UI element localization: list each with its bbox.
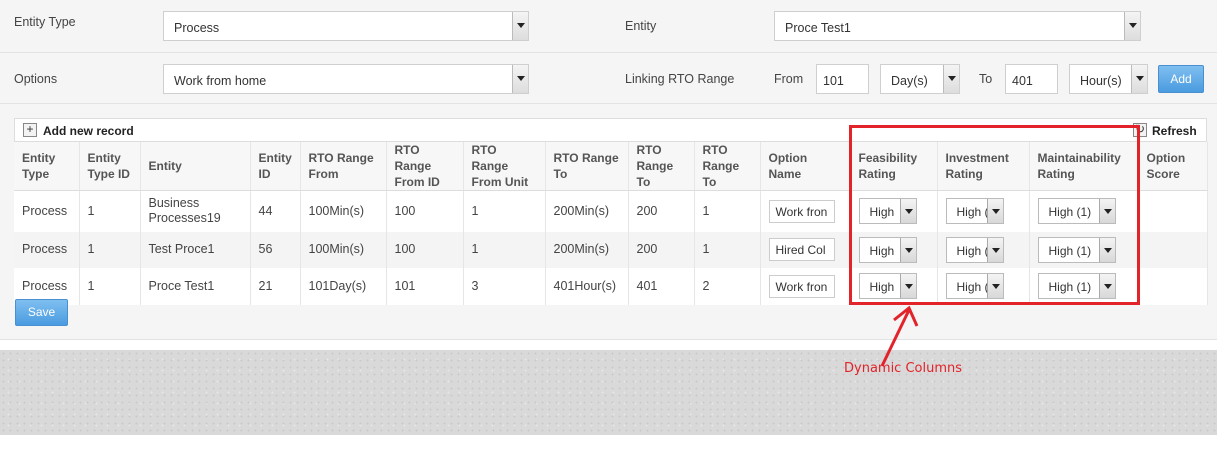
cell-rto-range-to: 200 xyxy=(628,231,695,268)
from-unit-select[interactable]: Day(s) xyxy=(880,64,960,94)
option-name-input[interactable]: Work fron xyxy=(768,274,835,298)
cell-rto-from-id: 101 xyxy=(386,267,464,305)
from-label: From xyxy=(774,72,804,86)
linking-rto-range-label: Linking RTO Range xyxy=(625,72,735,86)
options-label: Options xyxy=(14,72,58,86)
cell-entity-type-id: 1 xyxy=(79,231,141,268)
entity-type-value: Process xyxy=(174,21,220,35)
cell-option-name: Work fron xyxy=(760,267,851,305)
cell-option-name: Work fron xyxy=(760,190,851,232)
cell-entity-type: Process xyxy=(14,190,80,232)
entity-select[interactable]: Proce Test1 xyxy=(774,11,1141,41)
to-unit-value: Hour(s) xyxy=(1080,74,1122,88)
options-value: Work from home xyxy=(174,74,267,88)
column-header[interactable]: RTO Range To xyxy=(628,142,695,191)
chevron-down-icon[interactable] xyxy=(943,65,959,93)
form-divider xyxy=(0,52,1217,53)
entity-value: Proce Test1 xyxy=(785,21,851,35)
annotation-highlight-box xyxy=(849,125,1140,305)
cell-rto-from: 101Day(s) xyxy=(300,267,387,305)
cell-rto-from: 100Min(s) xyxy=(300,231,387,268)
cell-option-score xyxy=(1138,267,1208,305)
column-header[interactable]: Entity ID xyxy=(250,142,301,191)
column-header[interactable]: RTO Range From ID xyxy=(386,142,464,191)
cell-rto-range-to: 200 xyxy=(628,190,695,232)
to-unit-select[interactable]: Hour(s) xyxy=(1069,64,1148,94)
column-header[interactable]: RTO Range From Unit xyxy=(463,142,546,191)
chevron-down-icon[interactable] xyxy=(512,65,528,93)
cell-rto-from-id: 100 xyxy=(386,231,464,268)
cell-entity-id: 56 xyxy=(250,231,301,268)
cell-rto-range-to-2: 2 xyxy=(694,267,761,305)
from-unit-value: Day(s) xyxy=(891,74,928,88)
cell-rto-range-to-2: 1 xyxy=(694,190,761,232)
to-input[interactable]: 401 xyxy=(1005,64,1058,94)
entity-type-select[interactable]: Process xyxy=(163,11,529,41)
plus-icon[interactable]: + xyxy=(23,123,37,137)
chevron-down-icon[interactable] xyxy=(1124,12,1140,40)
column-header[interactable]: RTO Range To xyxy=(694,142,761,191)
cell-rto-from-unit: 1 xyxy=(463,231,546,268)
chevron-down-icon[interactable] xyxy=(512,12,528,40)
column-header[interactable]: Entity Type ID xyxy=(79,142,141,191)
save-button[interactable]: Save xyxy=(15,299,68,326)
options-select[interactable]: Work from home xyxy=(163,64,529,94)
annotation-arrow-icon xyxy=(880,305,919,367)
add-button[interactable]: Add xyxy=(1158,65,1204,93)
cell-rto-range-to: 401 xyxy=(628,267,695,305)
entity-type-label: Entity Type xyxy=(14,15,76,29)
option-name-input[interactable]: Hired Col xyxy=(768,238,835,261)
cell-rto-to: 401Hour(s) xyxy=(545,267,629,305)
cell-rto-from: 100Min(s) xyxy=(300,190,387,232)
cell-entity: Test Proce1 xyxy=(140,231,251,268)
refresh-link[interactable]: Refresh xyxy=(1152,124,1197,138)
cell-entity: Proce Test1 xyxy=(140,267,251,305)
cell-entity-type-id: 1 xyxy=(79,190,141,232)
cell-entity-id: 21 xyxy=(250,267,301,305)
entity-label: Entity xyxy=(625,19,657,33)
column-header[interactable]: Option Name xyxy=(760,142,851,191)
column-header[interactable]: Entity Type xyxy=(14,142,80,191)
to-label: To xyxy=(979,72,993,86)
cell-rto-to: 200Min(s) xyxy=(545,231,629,268)
cell-rto-to: 200Min(s) xyxy=(545,190,629,232)
column-header[interactable]: RTO Range From xyxy=(300,142,387,191)
cell-option-name: Hired Col xyxy=(760,231,851,268)
cell-rto-from-id: 100 xyxy=(386,190,464,232)
cell-entity-id: 44 xyxy=(250,190,301,232)
filter-form: Entity Type Process Entity Proce Test1 O… xyxy=(0,0,1217,104)
cell-entity-type: Process xyxy=(14,231,80,268)
cell-option-score xyxy=(1138,231,1208,268)
column-header[interactable]: RTO Range To xyxy=(545,142,629,191)
cell-rto-from-unit: 3 xyxy=(463,267,546,305)
column-header[interactable]: Entity xyxy=(140,142,251,191)
chevron-down-icon[interactable] xyxy=(1131,65,1147,93)
cell-entity-type-id: 1 xyxy=(79,267,141,305)
cell-rto-range-to-2: 1 xyxy=(694,231,761,268)
cell-rto-from-unit: 1 xyxy=(463,190,546,232)
annotation-label: Dynamic Columns xyxy=(844,361,963,376)
from-input[interactable]: 101 xyxy=(816,64,869,94)
cell-option-score xyxy=(1138,190,1208,232)
column-header[interactable]: Option Score xyxy=(1138,142,1208,191)
cell-entity: Business Processes19 xyxy=(140,190,251,232)
option-name-input[interactable]: Work fron xyxy=(768,199,835,223)
add-new-record-link[interactable]: Add new record xyxy=(43,124,134,138)
page-background-texture xyxy=(0,350,1217,435)
